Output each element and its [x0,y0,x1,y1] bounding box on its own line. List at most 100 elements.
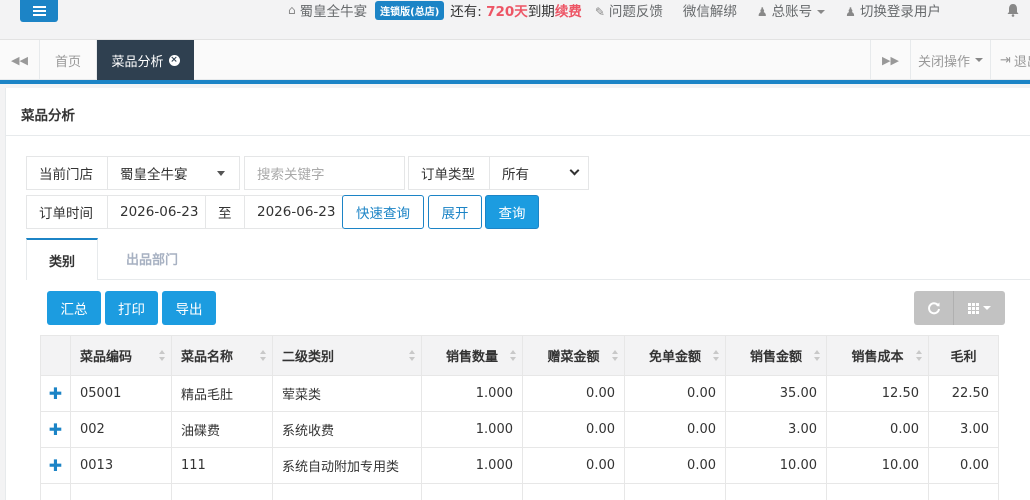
expand-row-icon[interactable]: ✚ [40,375,71,412]
switch-user-label: 切换登录用户 [859,4,941,20]
column-header[interactable]: 销售数量 [421,335,523,376]
store-select-value: 蜀皇全牛宴 [120,167,188,183]
sort-icon [916,350,922,362]
table-header-row: 菜品编码 菜品名称 二级类别 销售数量 赠菜金额 免单金额 销售金额 销售成本 … [40,335,999,376]
tab-home[interactable]: 首页 [40,40,97,80]
edition-badge: 连锁版(总店) [375,0,445,20]
switch-user-link[interactable]: ♟ 切换登录用户 [845,0,941,20]
remain-prefix: 还有: [450,4,482,20]
table-cell [421,483,523,500]
print-button[interactable]: 打印 [105,291,158,325]
table-cell: 荤菜类 [272,375,422,412]
table-footer-row [40,483,999,500]
logout-icon: ⇥ [1000,52,1011,68]
expand-row-icon[interactable]: ✚ [40,447,71,484]
column-header[interactable]: 二级类别 [272,335,422,376]
logout-button[interactable]: ⇥退出 [990,40,1030,80]
table-cell: 002 [70,411,172,448]
sort-icon [713,350,719,362]
table-row: ✚ 05001 精品毛肚 荤菜类 1.000 0.00 0.00 35.00 1… [40,375,999,412]
sort-icon [814,350,820,362]
header-label: 销售成本 [851,350,904,365]
table-cell: 111 [171,447,273,484]
export-button[interactable]: 导出 [162,291,216,325]
feedback-link[interactable]: ✎ 问题反馈 [595,0,663,20]
column-header[interactable]: 菜品编码 [70,335,172,376]
table-cell [272,483,422,500]
column-header[interactable]: 销售金额 [725,335,827,376]
table-cell: 05001 [70,375,172,412]
expand-column-header [40,335,71,376]
title-divider [6,135,1030,136]
store-label: 当前门店 [26,156,108,190]
chevron-down-icon [983,306,991,310]
table-row: ✚ 002 油碟费 系统收费 1.000 0.00 0.00 3.00 0.00… [40,411,999,448]
home-icon: ⌂ [288,3,296,17]
table-cell: 0.00 [624,411,726,448]
tab-bar: ◀◀ 首页 菜品分析 × ▶▶ 关闭操作 ⇥退出 [0,40,1030,80]
tab-department[interactable]: 出品部门 [98,238,206,279]
chevron-down-icon [975,58,983,62]
order-type-select[interactable]: 所有 [489,156,589,190]
table-cell: 10.00 [725,447,827,484]
tab-scroll-right-button[interactable]: ▶▶ [870,40,910,80]
table-cell: 1.000 [421,375,523,412]
chevron-down-icon [569,165,580,176]
table-cell: 0.00 [928,447,999,484]
header-label: 销售金额 [749,350,802,365]
tab-dish-analysis-label: 菜品分析 [111,54,164,70]
table-cell: 0013 [70,447,172,484]
tab-category[interactable]: 类别 [26,238,98,280]
refresh-button[interactable] [914,291,954,325]
query-button[interactable]: 查询 [485,195,539,229]
tab-dish-analysis[interactable]: 菜品分析 × [97,40,194,80]
close-ops-label: 关闭操作 [917,54,970,70]
table-cell: 3.00 [725,411,827,448]
columns-dropdown-button[interactable] [954,291,1005,325]
date-to-input[interactable]: 2026-06-23 [244,195,343,229]
renew-link[interactable]: 续费 [555,0,582,20]
table-cell: 油碟费 [171,411,273,448]
column-header[interactable]: 毛利 [928,335,999,376]
expand-button[interactable]: 展开 [428,195,482,229]
date-from-input[interactable]: 2026-06-23 [107,195,206,229]
user-icon: ♟ [845,5,856,19]
chevron-down-icon [817,10,826,14]
table-cell: 0.00 [826,411,929,448]
close-operations-dropdown[interactable]: 关闭操作 [910,40,990,80]
column-header[interactable]: 菜品名称 [171,335,273,376]
header-label: 菜品编码 [80,350,133,365]
users-icon: ♟ [756,5,768,19]
store-select[interactable]: 蜀皇全牛宴 [107,156,240,190]
expand-row-icon[interactable]: ✚ [40,411,71,448]
hamburger-icon [32,6,46,16]
table-cell: 35.00 [725,375,827,412]
table-cell: 0.00 [624,447,726,484]
top-navbar: ⌂ 蜀皇全牛宴 连锁版(总店) 还有: 720天到期 续费 ✎ 问题反馈 微信解绑… [0,0,1030,40]
sort-icon [409,350,415,362]
wechat-unbind-link[interactable]: 微信解绑 [683,0,737,20]
double-right-icon: ▶▶ [882,53,899,67]
table-cell: 0.00 [522,411,625,448]
menu-toggle-button[interactable] [20,0,58,22]
to-label: 至 [205,195,245,229]
sort-icon [159,350,165,362]
close-icon[interactable]: × [168,54,180,66]
header-label: 免单金额 [648,350,701,365]
table-cell [40,483,71,500]
header-label: 菜品名称 [181,350,234,365]
account-label: 总账号 [771,4,813,20]
search-input[interactable]: 搜索关键字 [244,156,405,190]
table-cell: 系统自动附加专用类 [272,447,422,484]
column-header[interactable]: 免单金额 [624,335,726,376]
tab-underline [0,80,1030,84]
summary-button[interactable]: 汇总 [47,291,101,325]
table-tools [914,291,1005,325]
bell-icon[interactable] [1006,3,1020,17]
tab-scroll-left-button[interactable]: ◀◀ [0,40,40,80]
account-dropdown[interactable]: ♟ 总账号 [756,0,826,20]
column-header[interactable]: 销售成本 [826,335,929,376]
table-cell: 12.50 [826,375,929,412]
column-header[interactable]: 赠菜金额 [522,335,625,376]
quick-query-button[interactable]: 快速查询 [342,195,424,229]
